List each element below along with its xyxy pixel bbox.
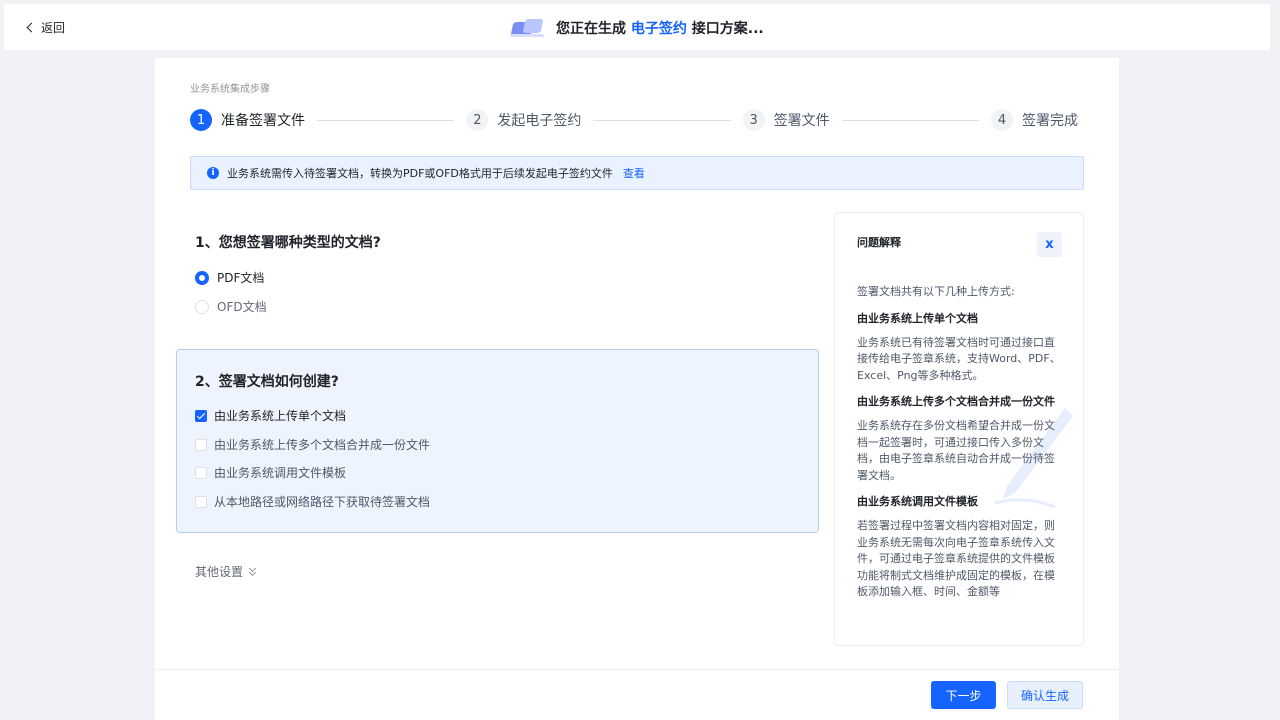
- radio-ofd[interactable]: OFD文档: [195, 298, 267, 315]
- section-heading: 由业务系统调用文件模板: [857, 495, 978, 508]
- footer-divider: [155, 669, 1119, 670]
- close-button[interactable]: x: [1037, 232, 1062, 257]
- next-step-button[interactable]: 下一步: [931, 681, 996, 709]
- page-title: 您正在生成 电子签约 接口方案...: [510, 15, 764, 41]
- title-highlight: 电子签约: [630, 21, 687, 37]
- step-label: 签署文件: [773, 113, 830, 129]
- confirm-generate-button[interactable]: 确认生成: [1007, 681, 1083, 709]
- explanation-panel: 问题解释 x 签署文档共有以下几种上传方式: 由业务系统上传单个文档 业务系统已…: [834, 212, 1084, 646]
- main-card: 业务系统集成步骤 1 准备签署文件 2 发起电子签约 3 签署文件 4 签署完成…: [155, 58, 1119, 720]
- info-view-link[interactable]: 查看: [623, 165, 645, 181]
- generate-illustration-icon: [510, 17, 546, 39]
- section-body: 若签署过程中签署文档内容相对固定，则业务系统无需每次向电子签章系统传入文件，可通…: [857, 519, 1055, 598]
- checkbox-label: 由业务系统上传多个文档合并成一份文件: [214, 438, 431, 452]
- panel-intro: 签署文档共有以下几种上传方式:: [857, 285, 1015, 298]
- other-settings-toggle[interactable]: 其他设置: [195, 563, 258, 580]
- title-prefix: 您正在生成: [556, 21, 626, 37]
- panel-content[interactable]: 签署文档共有以下几种上传方式: 由业务系统上传单个文档 业务系统已有待签署文档时…: [857, 284, 1062, 611]
- checkbox-upload-single[interactable]: 由业务系统上传单个文档: [195, 407, 346, 424]
- stepper: 1 准备签署文件 2 发起电子签约 3 签署文件 4 签署完成: [190, 108, 1078, 132]
- checkbox-template[interactable]: 由业务系统调用文件模板: [195, 464, 346, 481]
- info-banner: i 业务系统需传入待签署文档，转换为PDF或OFD格式用于后续发起电子签约文件 …: [190, 156, 1084, 190]
- panel-title: 问题解释: [857, 236, 901, 249]
- info-icon: i: [207, 167, 219, 179]
- radio-button-checked[interactable]: [195, 270, 209, 285]
- question-1-title: 1、您想签署哪种类型的文档?: [195, 235, 381, 251]
- steps-caption: 业务系统集成步骤: [190, 84, 270, 95]
- checkbox[interactable]: [195, 466, 207, 479]
- question-2-title: 2、签署文档如何创建?: [195, 374, 339, 390]
- step-label: 发起电子签约: [497, 113, 582, 129]
- step-1[interactable]: 1 准备签署文件: [190, 109, 305, 131]
- step-number: 3: [742, 109, 765, 131]
- radio-pdf[interactable]: PDF文档: [195, 269, 264, 286]
- back-button[interactable]: 返回: [26, 18, 66, 36]
- checkbox-upload-multiple[interactable]: 由业务系统上传多个文档合并成一份文件: [195, 436, 430, 453]
- step-2[interactable]: 2 发起电子签约: [466, 109, 581, 131]
- other-settings-label: 其他设置: [195, 565, 244, 579]
- top-bar: 返回 您正在生成 电子签约 接口方案...: [4, 4, 1270, 50]
- step-4[interactable]: 4 签署完成: [990, 109, 1078, 131]
- info-text: 业务系统需传入待签署文档，转换为PDF或OFD格式用于后续发起电子签约文件: [227, 167, 613, 180]
- checkbox-label: 由业务系统上传单个文档: [214, 409, 347, 423]
- step-number: 1: [190, 109, 212, 131]
- double-chevron-down-icon: [248, 564, 258, 577]
- radio-button[interactable]: [195, 299, 209, 314]
- chevron-left-icon: [26, 22, 37, 32]
- step-label: 签署完成: [1021, 113, 1078, 129]
- section-heading: 由业务系统上传多个文档合并成一份文件: [857, 395, 1055, 408]
- checkbox-label: 由业务系统调用文件模板: [214, 466, 347, 480]
- checkbox-label: 从本地路径或网络路径下获取待签署文档: [214, 495, 431, 509]
- checkbox-local-path[interactable]: 从本地路径或网络路径下获取待签署文档: [195, 493, 430, 510]
- radio-label: PDF文档: [217, 271, 265, 285]
- title-suffix: 接口方案...: [691, 21, 764, 37]
- question-2-panel: 2、签署文档如何创建? 由业务系统上传单个文档 由业务系统上传多个文档合并成一份…: [176, 349, 819, 533]
- step-connector: [317, 119, 455, 121]
- step-3[interactable]: 3 签署文件: [742, 109, 830, 131]
- step-connector: [841, 119, 979, 121]
- section-body: 业务系统存在多份文档希望合并成一份文档一起签署时，可通过接口传入多份文档，由电子…: [857, 419, 1055, 482]
- step-number: 2: [466, 109, 489, 131]
- radio-label: OFD文档: [217, 300, 267, 314]
- checkbox-checked[interactable]: [195, 409, 207, 422]
- section-heading: 由业务系统上传单个文档: [857, 311, 978, 325]
- checkbox[interactable]: [195, 438, 207, 451]
- checkbox[interactable]: [195, 495, 207, 508]
- back-label: 返回: [41, 20, 66, 35]
- section-body: 业务系统已有待签署文档时可通过接口直接传给电子签章系统，支持Word、PDF、E…: [857, 335, 1061, 382]
- step-number: 4: [990, 109, 1013, 131]
- step-label: 准备签署文件: [221, 113, 305, 129]
- step-connector: [593, 119, 731, 121]
